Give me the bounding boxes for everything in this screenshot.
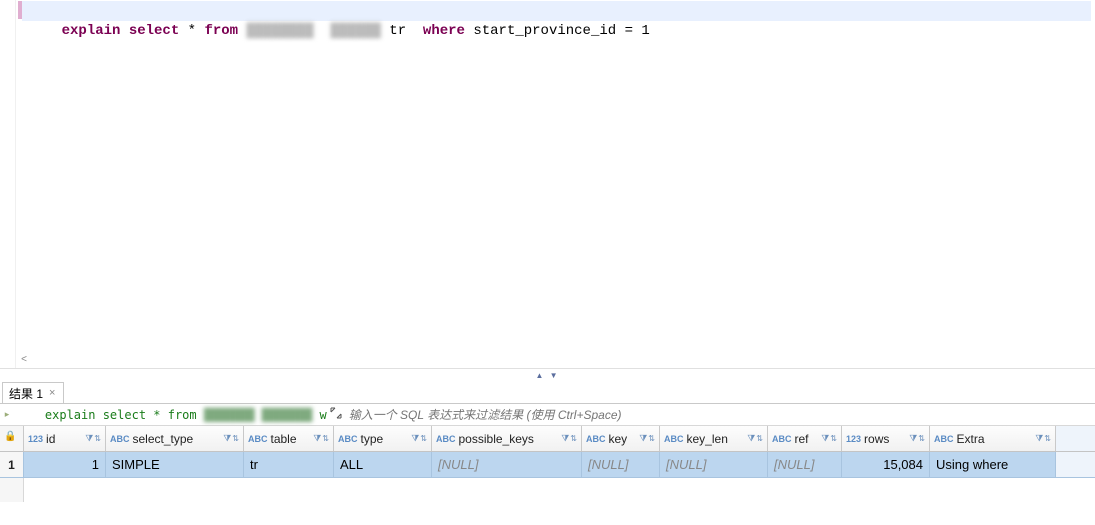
type-num-icon: 123 [846, 434, 861, 444]
cell-ref[interactable]: [NULL] [768, 452, 842, 477]
filter-icon[interactable]: ⧩ [85, 433, 93, 444]
sort-icon[interactable]: ⇅ [94, 434, 101, 443]
sort-icon[interactable]: ⇅ [648, 434, 655, 443]
sort-icon[interactable]: ⇅ [1044, 434, 1051, 443]
filter-icon[interactable]: ⧩ [821, 433, 829, 444]
filter-icon[interactable]: ⧩ [313, 433, 321, 444]
kw-explain: explain [62, 23, 121, 39]
type-txt-icon: ABC [664, 434, 684, 444]
table-name-blurred: ████████ ██████ [246, 21, 380, 41]
alias: tr [381, 23, 423, 39]
kw-from: from [204, 23, 238, 39]
sql-preview-suffix: w [312, 408, 326, 422]
sort-icon[interactable]: ⇅ [420, 434, 427, 443]
scroll-left-icon[interactable]: < [16, 352, 32, 368]
header-trail [1056, 426, 1095, 451]
type-txt-icon: ABC [772, 434, 792, 444]
col-label: key [609, 432, 638, 446]
col-label: Extra [957, 432, 1034, 446]
col-header-rows[interactable]: 123rows⧩⇅ [842, 426, 930, 451]
rownum-empty [0, 478, 24, 502]
type-txt-icon: ABC [248, 434, 268, 444]
sort-icon[interactable]: ⇅ [756, 434, 763, 443]
col-header-id[interactable]: 123id⧩⇅ [24, 426, 106, 451]
result-filter-bar: ▸ explain select * from ███████ ███████ … [0, 404, 1095, 426]
type-num-icon: 123 [28, 434, 43, 444]
col-header-table[interactable]: ABCtable⧩⇅ [244, 426, 334, 451]
rownum-cell[interactable]: 1 [0, 452, 24, 477]
cell-type[interactable]: ALL [334, 452, 432, 477]
expand-panel-icon[interactable] [327, 407, 345, 422]
predicate: start_province_id = 1 [465, 23, 650, 39]
filter-icon[interactable]: ⧩ [747, 433, 755, 444]
type-txt-icon: ABC [436, 434, 456, 444]
sort-icon[interactable]: ⇅ [830, 434, 837, 443]
col-label: table [271, 432, 312, 446]
cell-table[interactable]: tr [244, 452, 334, 477]
tree-expand-icon[interactable]: ▸ [0, 409, 14, 420]
sql-preview-prefix: explain select * from [45, 408, 204, 422]
col-header-type[interactable]: ABCtype⧩⇅ [334, 426, 432, 451]
col-label: select_type [133, 432, 222, 446]
sql-line-1[interactable]: explain select * from ████████ ██████ tr… [22, 1, 1091, 21]
cell-extra[interactable]: Using where [930, 452, 1056, 477]
cell-possible-keys[interactable]: [NULL] [432, 452, 582, 477]
cell-rows[interactable]: 15,084 [842, 452, 930, 477]
type-txt-icon: ABC [934, 434, 954, 444]
col-header-possible-keys[interactable]: ABCpossible_keys⧩⇅ [432, 426, 582, 451]
type-txt-icon: ABC [586, 434, 606, 444]
sort-icon[interactable]: ⇅ [570, 434, 577, 443]
sort-icon[interactable]: ⇅ [232, 434, 239, 443]
type-txt-icon: ABC [110, 434, 130, 444]
col-label: key_len [687, 432, 746, 446]
kw-where: where [423, 23, 465, 39]
type-txt-icon: ABC [338, 434, 358, 444]
col-label: id [46, 432, 83, 446]
star: * [179, 23, 204, 39]
col-header-ref[interactable]: ABCref⧩⇅ [768, 426, 842, 451]
col-label: ref [795, 432, 820, 446]
sort-icon[interactable]: ⇅ [322, 434, 329, 443]
sql-editor[interactable]: explain select * from ████████ ██████ tr… [0, 0, 1095, 368]
result-grid-header: 🔒 123id⧩⇅ ABCselect_type⧩⇅ ABCtable⧩⇅ AB… [0, 426, 1095, 452]
col-label: type [361, 432, 410, 446]
cell-id[interactable]: 1 [24, 452, 106, 477]
sql-preview-blurred: ███████ ███████ [204, 408, 312, 422]
filter-icon[interactable]: ⧩ [1035, 433, 1043, 444]
splitter-handle-icon[interactable]: ▲ ▼ [535, 371, 559, 380]
grid-empty-area [0, 478, 1095, 502]
rownum-header: 🔒 [0, 426, 24, 451]
filter-icon[interactable]: ⧩ [223, 433, 231, 444]
table-row[interactable]: 1 1 SIMPLE tr ALL [NULL] [NULL] [NULL] [… [0, 452, 1095, 478]
col-header-key-len[interactable]: ABCkey_len⧩⇅ [660, 426, 768, 451]
kw-select: select [129, 23, 179, 39]
col-label: possible_keys [459, 432, 560, 446]
filter-icon[interactable]: ⧩ [561, 433, 569, 444]
cell-select-type[interactable]: SIMPLE [106, 452, 244, 477]
sort-icon[interactable]: ⇅ [918, 434, 925, 443]
filter-icon[interactable]: ⧩ [639, 433, 647, 444]
filter-icon[interactable]: ⧩ [411, 433, 419, 444]
col-header-select-type[interactable]: ABCselect_type⧩⇅ [106, 426, 244, 451]
editor-hscrollbar[interactable]: < [16, 352, 1095, 368]
editor-gutter [0, 0, 16, 368]
lock-icon: 🔒 [4, 431, 16, 442]
filter-icon[interactable]: ⧩ [909, 433, 917, 444]
pane-splitter[interactable]: ▲ ▼ [0, 368, 1095, 382]
cell-key[interactable]: [NULL] [582, 452, 660, 477]
cell-key-len[interactable]: [NULL] [660, 452, 768, 477]
col-label: rows [864, 432, 907, 446]
col-header-extra[interactable]: ABCExtra⧩⇅ [930, 426, 1056, 451]
row-trail [1056, 452, 1095, 477]
filter-expression-input[interactable] [345, 408, 1095, 422]
col-header-key[interactable]: ABCkey⧩⇅ [582, 426, 660, 451]
